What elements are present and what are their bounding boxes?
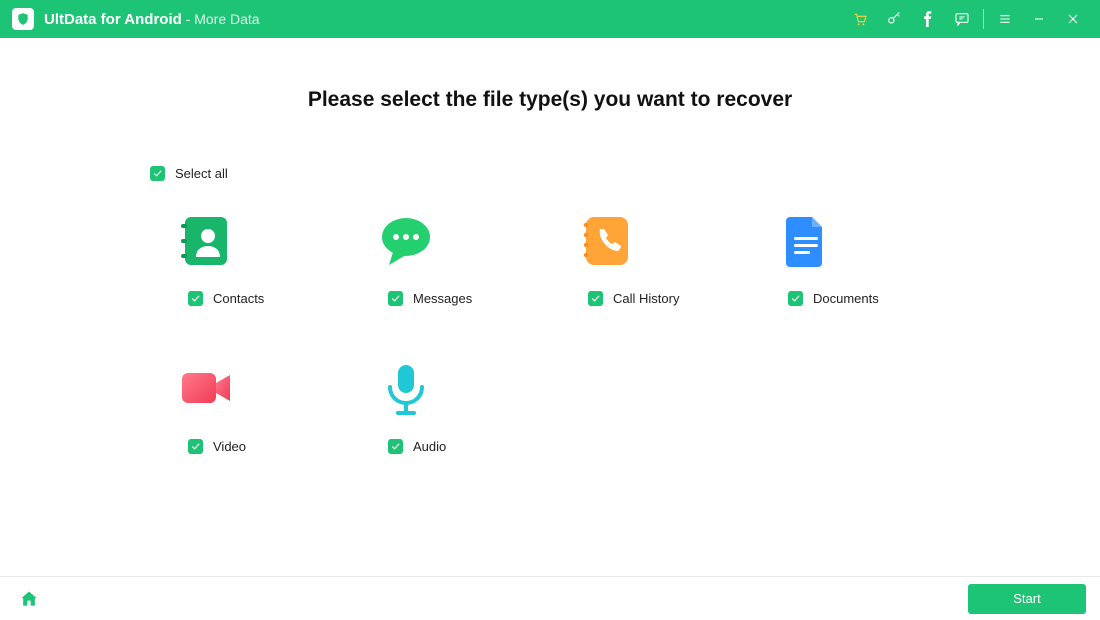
title-separator: - xyxy=(182,11,194,27)
select-all-checkbox[interactable]: Select all xyxy=(150,166,228,181)
main-area: Please select the file type(s) you want … xyxy=(0,38,1100,576)
tile-contacts[interactable]: Contacts xyxy=(150,213,350,306)
checkbox-icon xyxy=(788,291,803,306)
tile-label: Messages xyxy=(413,291,472,306)
messages-icon xyxy=(378,213,434,269)
tile-messages[interactable]: Messages xyxy=(350,213,550,306)
tile-label: Call History xyxy=(613,291,679,306)
titlebar-separator xyxy=(983,9,984,29)
home-button[interactable] xyxy=(14,584,44,614)
tile-call-history[interactable]: Call History xyxy=(550,213,750,306)
tile-label: Audio xyxy=(413,439,446,454)
tile-documents[interactable]: Documents xyxy=(750,213,950,306)
start-button[interactable]: Start xyxy=(968,584,1086,614)
documents-icon xyxy=(778,213,834,269)
page-heading: Please select the file type(s) you want … xyxy=(0,88,1100,112)
checkbox-icon xyxy=(188,291,203,306)
app-logo xyxy=(12,8,34,30)
audio-icon xyxy=(378,361,434,417)
minimize-button[interactable] xyxy=(1022,0,1056,38)
tile-video[interactable]: Video xyxy=(150,361,350,454)
key-icon[interactable] xyxy=(877,0,911,38)
checkbox-icon xyxy=(388,439,403,454)
facebook-icon[interactable] xyxy=(911,0,945,38)
contacts-icon xyxy=(178,213,234,269)
cart-icon[interactable] xyxy=(843,0,877,38)
close-button[interactable] xyxy=(1056,0,1090,38)
feedback-icon[interactable] xyxy=(945,0,979,38)
call-history-icon xyxy=(578,213,634,269)
checkbox-icon xyxy=(388,291,403,306)
file-type-grid: Contacts Messages xyxy=(150,213,950,454)
app-title: UltData for Android xyxy=(44,11,182,28)
section-title: More Data xyxy=(194,11,259,27)
tile-audio[interactable]: Audio xyxy=(350,361,550,454)
titlebar: UltData for Android - More Data xyxy=(0,0,1100,38)
checkbox-icon xyxy=(150,166,165,181)
checkbox-icon xyxy=(188,439,203,454)
menu-icon[interactable] xyxy=(988,0,1022,38)
tile-label: Contacts xyxy=(213,291,264,306)
select-all-label: Select all xyxy=(175,166,228,181)
checkbox-icon xyxy=(588,291,603,306)
tile-label: Video xyxy=(213,439,246,454)
video-icon xyxy=(178,361,234,417)
footer: Start xyxy=(0,576,1100,620)
tile-label: Documents xyxy=(813,291,879,306)
